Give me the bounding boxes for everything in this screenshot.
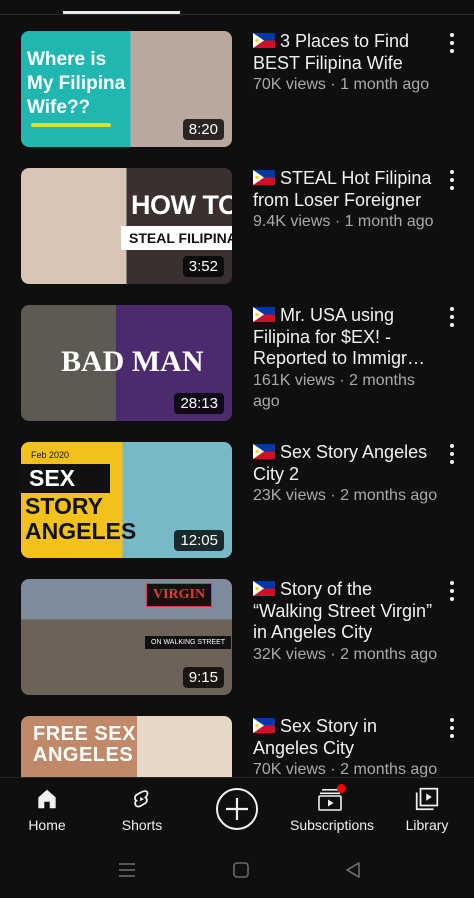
home-system-icon[interactable] [232,861,250,879]
more-vert-icon[interactable] [444,581,460,601]
video-title[interactable]: STEAL Hot Filipina from Loser Foreigner [253,168,443,211]
thumbnail-caption: ANGELES [25,518,137,544]
more-vert-icon[interactable] [444,444,460,464]
create-button[interactable] [215,787,259,831]
video-item[interactable]: Where is My Filipina Wife?? 8:20 3 Place… [0,31,474,161]
video-item[interactable]: Feb 2020 SEX STORY ANGELES 12:05 Sex Sto… [0,442,474,572]
video-title[interactable]: Story of the “Walking Street Virgin” in … [253,579,443,644]
more-vert-icon[interactable] [444,307,460,327]
system-navigation-bar [0,849,474,898]
divider [0,14,474,15]
video-title-text: Mr. USA using Filipina for $EX! - Report… [253,305,426,368]
video-thumbnail[interactable]: Feb 2020 SEX STORY ANGELES 12:05 [21,442,232,558]
thumbnail-underline [31,123,111,127]
video-title-text: Story of the “Walking Street Virgin” in … [253,579,433,642]
video-stats: 70K views · 2 months ago [253,761,438,777]
philippines-flag-icon [253,718,275,733]
video-thumbnail[interactable]: HOW TO STEAL FILIPINA 3:52 [21,168,232,284]
nav-shorts-label: Shorts [121,817,163,833]
thumbnail-caption: Where is My Filipina Wife?? [27,49,126,118]
shorts-icon [134,790,149,808]
thumbnail-caption: HOW TO [131,190,232,220]
video-duration: 9:15 [182,667,224,688]
nav-home[interactable]: Home [27,786,67,833]
video-stats: 161K views · 2 months ago [253,371,415,410]
video-duration: 3:52 [182,256,224,277]
nav-subscriptions-label: Subscriptions [289,817,375,833]
thumbnail-caption: STEAL FILIPINA [121,226,232,250]
bottom-navigation: Home Shorts Subscriptions Library [0,777,474,850]
video-title[interactable]: Mr. USA using Filipina for $EX! - Report… [253,305,443,370]
video-duration: 12:05 [174,530,224,551]
video-duration: 8:20 [182,119,224,140]
video-duration: 28:13 [174,393,224,414]
philippines-flag-icon [253,444,275,459]
nav-library[interactable]: Library [405,786,449,833]
philippines-flag-icon [253,33,275,48]
thumbnail-caption: FREE SEX ANGELES [33,723,136,766]
video-item[interactable]: VIRGIN ON WALKING STREET 9:15 Story of t… [0,579,474,709]
video-item[interactable]: HOW TO STEAL FILIPINA 3:52 STEAL Hot Fil… [0,168,474,298]
video-title-text: 3 Places to Find BEST Filipina Wife [253,31,410,73]
back-icon[interactable] [344,861,362,879]
nav-library-label: Library [405,817,449,833]
recent-apps-icon[interactable] [118,861,136,879]
nav-home-label: Home [28,817,66,833]
video-title-text: Sex Story Angeles City 2 [253,442,428,484]
thumbnail-caption: STORY [25,493,103,519]
video-title[interactable]: 3 Places to Find BEST Filipina Wife [253,31,443,74]
video-thumbnail[interactable]: Where is My Filipina Wife?? 8:20 [21,31,232,147]
video-stats: 23K views · 2 months ago [253,487,438,504]
notification-dot [337,784,346,793]
more-vert-icon[interactable] [444,718,460,738]
more-vert-icon[interactable] [444,170,460,190]
more-vert-icon[interactable] [444,33,460,53]
video-item[interactable]: FREE SEX ANGELES Sex Story in Angeles Ci… [0,716,474,777]
video-title[interactable]: Sex Story in Angeles City [253,716,443,759]
video-stats: 32K views · 2 months ago [253,645,438,663]
video-title-text: STEAL Hot Filipina from Loser Foreigner [253,168,432,210]
thumbnail-caption: SEX [21,464,111,493]
philippines-flag-icon [253,170,275,185]
video-title[interactable]: Sex Story Angeles City 2 [253,442,443,485]
video-item[interactable]: BAD MAN 28:13 Mr. USA using Filipina for… [0,305,474,435]
video-thumbnail[interactable]: FREE SEX ANGELES [21,716,232,777]
library-icon [415,787,439,811]
thumbnail-caption: Feb 2020 [31,450,70,460]
video-thumbnail[interactable]: BAD MAN 28:13 [21,305,232,421]
video-stats: 70K views · 1 month ago [253,76,430,93]
video-stats: 9.4K views · 1 month ago [253,213,434,230]
nav-shorts[interactable]: Shorts [117,786,167,833]
philippines-flag-icon [253,581,275,596]
thumbnail-caption: ON WALKING STREET [145,636,232,649]
create-plus-icon [216,788,258,830]
home-icon [38,789,56,809]
nav-subscriptions[interactable]: Subscriptions [289,784,375,833]
video-thumbnail[interactable]: VIRGIN ON WALKING STREET 9:15 [21,579,232,695]
thumbnail-caption: VIRGIN [146,583,213,607]
philippines-flag-icon [253,307,275,322]
thumbnail-caption: BAD MAN [61,345,204,378]
